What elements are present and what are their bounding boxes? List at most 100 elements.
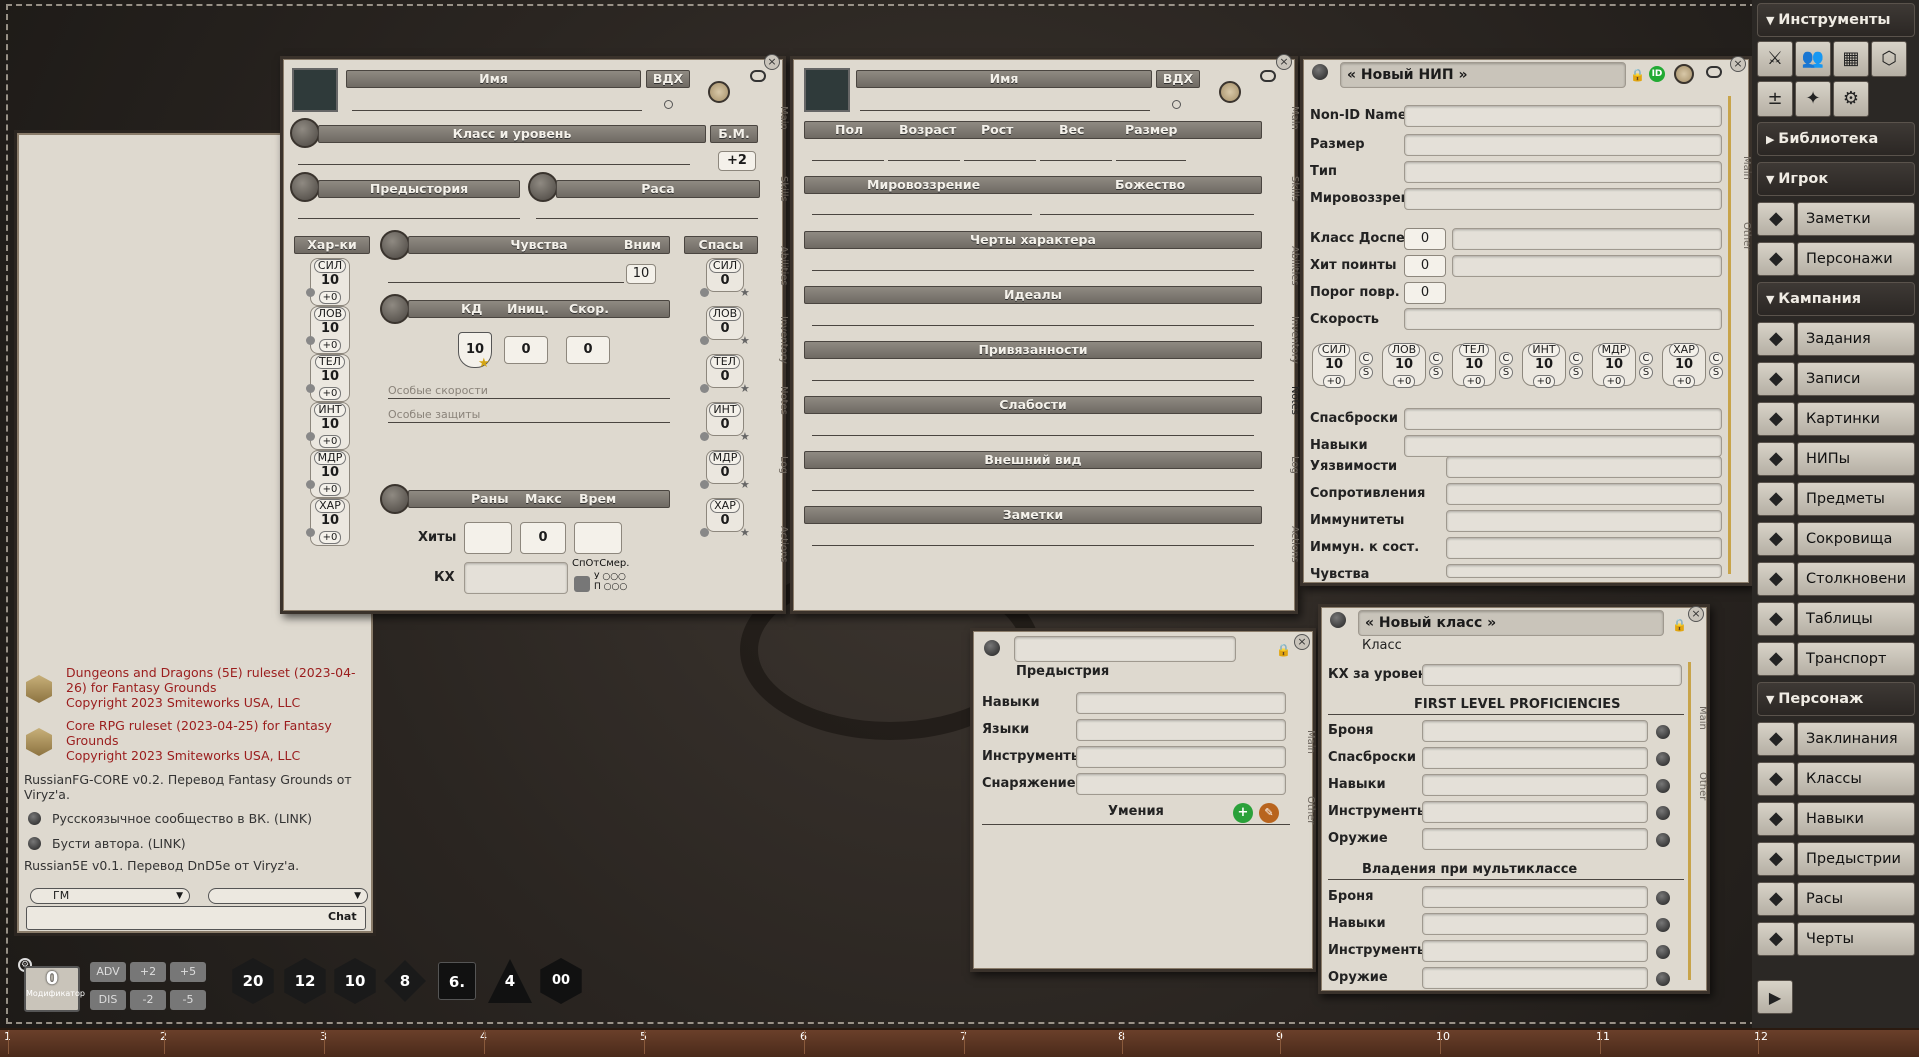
tab-main[interactable]: Main — [773, 106, 789, 162]
portrait[interactable] — [292, 68, 338, 112]
class-field[interactable] — [1422, 967, 1648, 989]
sidebar-item-npc[interactable]: НИПы — [1797, 442, 1915, 476]
roll-icon[interactable] — [700, 432, 709, 441]
link-icon[interactable] — [1656, 779, 1670, 793]
races-icon[interactable]: ◆ — [1757, 882, 1795, 916]
close-icon[interactable]: × — [1276, 54, 1292, 70]
chat-bubble-icon[interactable] — [1260, 70, 1276, 82]
bg-field[interactable] — [1076, 773, 1286, 795]
bg-field[interactable] — [1076, 746, 1286, 768]
sidebar-item-characters[interactable]: Персонажи — [1797, 242, 1915, 276]
npc-field[interactable] — [1446, 510, 1722, 532]
sidebar-item-skills[interactable]: Навыки — [1797, 802, 1915, 836]
class-name-field[interactable]: « Новый класс » — [1358, 610, 1664, 636]
bg-name-field[interactable] — [1014, 636, 1236, 662]
sidebar-item-vehicles[interactable]: Транспорт — [1797, 642, 1915, 676]
npc-stat-s[interactable]: S — [1499, 366, 1513, 379]
tab-log[interactable]: Log — [1284, 456, 1300, 512]
sidebar-item-images[interactable]: Картинки — [1797, 402, 1915, 436]
lock-icon[interactable]: 🔒 — [1672, 618, 1687, 632]
sidebar-item-spells[interactable]: Заклинания — [1797, 722, 1915, 756]
class-field[interactable] — [1422, 720, 1648, 742]
npc-stat-c[interactable]: С — [1499, 352, 1513, 365]
npc-name-field[interactable]: « Новый НИП » — [1340, 62, 1626, 88]
npc-field[interactable] — [1446, 537, 1722, 559]
hotkey-slot[interactable] — [1440, 1030, 1592, 1054]
sidebar-character-header[interactable]: ▼ Персонаж — [1757, 682, 1915, 716]
tab-skills[interactable]: Skills — [773, 176, 789, 232]
hit-dice-field[interactable] — [464, 562, 568, 594]
hotkey-slot[interactable] — [8, 1030, 160, 1054]
hotkey-slot[interactable] — [1758, 1030, 1910, 1054]
sidebar-item-backgrounds[interactable]: Предыстрии — [1797, 842, 1915, 876]
tab-main[interactable]: Main — [1284, 106, 1300, 162]
roll-icon[interactable] — [700, 288, 709, 297]
classes-icon[interactable]: ◆ — [1757, 762, 1795, 796]
hotkey-slot[interactable] — [804, 1030, 956, 1054]
link-icon[interactable] — [1656, 945, 1670, 959]
hotkey-slot[interactable] — [1600, 1030, 1752, 1054]
npc-field[interactable] — [1404, 408, 1722, 430]
minus5-button[interactable]: -5 — [170, 990, 206, 1010]
notes-icon[interactable]: ◆ — [1757, 202, 1795, 236]
class-field[interactable] — [1422, 747, 1648, 769]
class-field[interactable] — [1422, 913, 1648, 935]
sidebar-item-story[interactable]: Записи — [1797, 362, 1915, 396]
add-icon[interactable]: + — [1233, 803, 1253, 823]
tab-inventory[interactable]: Inventory — [1284, 316, 1300, 372]
sidebar-library-header[interactable]: ▶ Библиотека — [1757, 122, 1915, 156]
senses-icon[interactable] — [380, 230, 410, 260]
modifiers-icon[interactable]: ± — [1757, 81, 1793, 117]
tab-abilities[interactable]: Abilities — [773, 246, 789, 302]
chat-input[interactable] — [26, 906, 366, 930]
tab-actions[interactable]: Actions — [1284, 526, 1300, 582]
npc-hp-value[interactable]: 0 — [1404, 255, 1446, 277]
skills-icon[interactable]: ◆ — [1757, 802, 1795, 836]
wounds-field[interactable] — [464, 522, 512, 554]
link-icon[interactable] — [1656, 752, 1670, 766]
hotkey-slot[interactable] — [164, 1030, 316, 1054]
d20-icon[interactable]: ⬡ — [1871, 41, 1907, 77]
npc-stat-c[interactable]: С — [1639, 352, 1653, 365]
close-icon[interactable]: × — [764, 54, 780, 70]
inspiration-toggle[interactable] — [1219, 81, 1241, 103]
link-icon[interactable] — [28, 837, 41, 850]
inspiration-toggle[interactable] — [708, 81, 730, 103]
encounters-icon[interactable]: ◆ — [1757, 562, 1795, 596]
roll-icon[interactable] — [700, 336, 709, 345]
language-select[interactable]: ▼ — [208, 888, 368, 904]
npc-speed-field[interactable] — [1404, 308, 1722, 330]
characters-icon[interactable]: ◆ — [1757, 242, 1795, 276]
class-scrollbar[interactable] — [1688, 662, 1691, 980]
tab-other[interactable]: Other — [1736, 222, 1752, 272]
close-icon[interactable]: × — [1688, 606, 1704, 622]
hotkey-slot[interactable] — [964, 1030, 1116, 1054]
chat-bubble-icon[interactable] — [750, 70, 766, 82]
quests-icon[interactable]: ◆ — [1757, 322, 1795, 356]
sidebar-campaign-header[interactable]: ▼ Кампания — [1757, 282, 1915, 316]
close-icon[interactable]: × — [1294, 634, 1310, 650]
npc-threshold-value[interactable]: 0 — [1404, 282, 1446, 304]
calendar-icon[interactable]: ▦ — [1833, 41, 1869, 77]
npc-field[interactable] — [1446, 483, 1722, 505]
sidebar-item-classes[interactable]: Классы — [1797, 762, 1915, 796]
npc-scrollbar[interactable] — [1728, 96, 1731, 574]
images-icon[interactable]: ◆ — [1757, 402, 1795, 436]
sidebar-player-header[interactable]: ▼ Игрок — [1757, 162, 1915, 196]
sidebar-item-tables[interactable]: Таблицы — [1797, 602, 1915, 636]
sidebar-item-items[interactable]: Предметы — [1797, 482, 1915, 516]
tab-skills[interactable]: Skills — [1284, 176, 1300, 232]
race-icon[interactable] — [528, 172, 558, 202]
lock-icon[interactable]: 🔒 — [1630, 68, 1645, 82]
class-link-icon[interactable] — [1330, 612, 1346, 628]
token-slot[interactable] — [1674, 64, 1694, 84]
npc-field[interactable] — [1452, 255, 1722, 277]
npc-stat-s[interactable]: S — [1569, 366, 1583, 379]
backgrounds-icon[interactable]: ◆ — [1757, 842, 1795, 876]
temp-hp-field[interactable] — [574, 522, 622, 554]
link-icon[interactable] — [1656, 918, 1670, 932]
sidebar-item-quests[interactable]: Задания — [1797, 322, 1915, 356]
tab-other[interactable]: Other — [1692, 772, 1708, 822]
tab-actions[interactable]: Actions — [773, 526, 789, 582]
npc-stat-s[interactable]: S — [1429, 366, 1443, 379]
